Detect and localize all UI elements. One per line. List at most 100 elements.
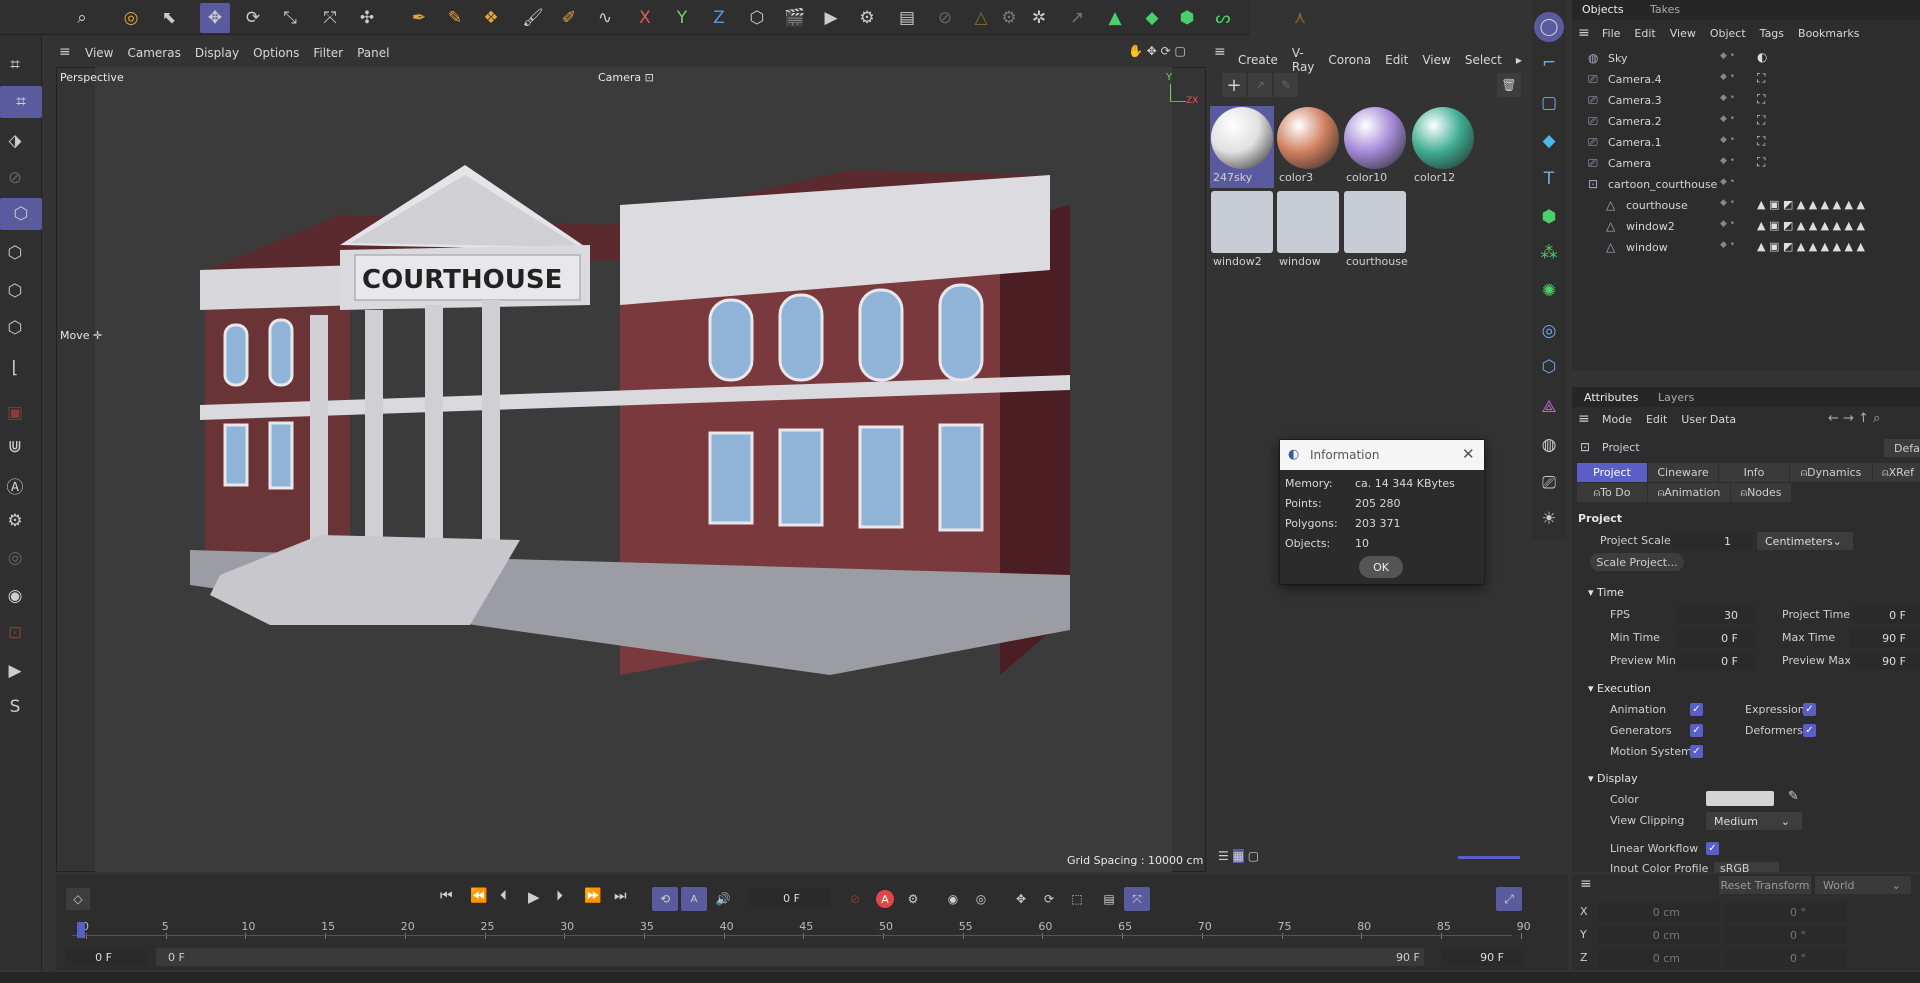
close-icon[interactable]: ✕	[1462, 445, 1475, 463]
move-icon[interactable]: ✥	[200, 3, 230, 33]
menu-mode[interactable]: Mode	[1602, 413, 1632, 426]
visibility-dots-icon[interactable]: ◆ •	[1720, 198, 1735, 208]
object-row[interactable]: △ window ◆ • ▲ ▣ ◩ ▲ ▲ ▲ ▲ ▲ ▲	[1572, 237, 1920, 258]
view-clipping-select[interactable]: Medium ⌄	[1706, 812, 1802, 830]
menu-panel[interactable]: Panel	[357, 46, 389, 60]
menu-filter[interactable]: Filter	[313, 46, 343, 60]
spline-icon[interactable]: ᔕ	[1208, 3, 1238, 33]
scale-icon[interactable]: ⤡	[275, 3, 305, 33]
object-row[interactable]: ⎚ Camera.4 ◆ • ⛶	[1572, 69, 1920, 90]
color-swatch[interactable]	[1706, 791, 1774, 806]
menu-bookmarks[interactable]: Bookmarks	[1798, 27, 1859, 40]
square-icon[interactable]: ▢	[1534, 88, 1564, 118]
keyframe-diamond-icon[interactable]: ◇	[66, 888, 90, 910]
sphere-icon[interactable]: ◯	[1534, 12, 1564, 42]
gear-icon[interactable]: ⚙	[994, 3, 1024, 33]
visibility-dots-icon[interactable]: ◆ •	[1720, 240, 1735, 250]
ok-button[interactable]: OK	[1359, 556, 1403, 578]
render-region-icon[interactable]: ▶	[0, 656, 30, 686]
z-axis-icon[interactable]: Z	[704, 3, 734, 33]
material-item[interactable]: 247sky	[1210, 106, 1274, 188]
edges-icon[interactable]: ⬡	[0, 276, 30, 306]
tab-objects[interactable]: Objects	[1582, 3, 1624, 16]
animation-checkbox[interactable]: ✓	[1690, 703, 1703, 716]
coordinate-system-icon[interactable]: ⬡	[742, 3, 772, 33]
cube-icon[interactable]: ◆	[1137, 3, 1167, 33]
axis-move-icon[interactable]: ⤧	[315, 3, 345, 33]
material-view-icons[interactable]: ☰ ▦ ▢	[1218, 849, 1259, 863]
fps-field[interactable]: 30	[1676, 606, 1756, 624]
material-item[interactable]: color12	[1411, 106, 1475, 188]
camera-tag-icon[interactable]: ⛶	[1757, 155, 1765, 170]
play-icon[interactable]: ▶	[528, 888, 540, 906]
material-item[interactable]: window2	[1210, 190, 1274, 272]
menu-vray[interactable]: V-Ray	[1292, 46, 1315, 74]
s-icon[interactable]: S	[0, 692, 30, 722]
live-select-icon[interactable]: ◎	[116, 3, 146, 33]
x-rotation-field[interactable]: 0 °	[1724, 903, 1846, 921]
record-disabled-icon[interactable]: ⊘	[842, 887, 868, 911]
key-param-icon[interactable]: ▤	[1096, 887, 1122, 911]
reset-transform-button[interactable]: Reset Transform	[1719, 876, 1811, 894]
courthouse-model[interactable]: COURTHOUSE	[190, 155, 1080, 775]
menu-edit[interactable]: Edit	[1385, 53, 1408, 67]
tab-layers[interactable]: Layers	[1658, 391, 1694, 404]
rotate-icon[interactable]: ⟳	[238, 3, 268, 33]
menu-create[interactable]: Create	[1238, 53, 1278, 67]
brush-icon[interactable]: ⊘	[0, 163, 30, 193]
tab-xref[interactable]: ⍝ XRef	[1873, 463, 1920, 482]
tab-animation[interactable]: ⍝ Animation	[1648, 483, 1730, 502]
range-slider[interactable]: 0 F 90 F	[156, 948, 1424, 966]
key-rotation-icon[interactable]: ⟳	[1036, 887, 1062, 911]
end-frame-field[interactable]: 90 F	[1442, 948, 1524, 966]
text-icon[interactable]: T	[1534, 164, 1564, 194]
menu-edit[interactable]: Edit	[1646, 413, 1667, 426]
min-time-field[interactable]: 0 F	[1676, 629, 1756, 647]
menu-file[interactable]: File	[1602, 27, 1620, 40]
material-item[interactable]: courthouse	[1343, 190, 1408, 272]
motion-clip-icon[interactable]: ◉	[940, 887, 966, 911]
object-row[interactable]: ⊡ cartoon_courthouse ◆ •	[1572, 174, 1920, 195]
render-view-icon[interactable]: 🎬	[780, 3, 810, 33]
input-profile-select[interactable]: sRGB	[1714, 862, 1780, 872]
tab-cineware[interactable]: Cineware	[1648, 463, 1718, 482]
y-axis-icon[interactable]: Y	[667, 3, 697, 33]
material-item[interactable]: color3	[1276, 106, 1340, 188]
grid-icon[interactable]: ⌗	[0, 50, 30, 80]
environment-icon[interactable]: ◍	[1534, 430, 1564, 460]
keyframe-icon[interactable]: ⊡	[0, 618, 30, 648]
sketch-icon[interactable]: ✎	[440, 3, 470, 33]
sound-icon[interactable]: ◎	[0, 543, 30, 573]
camera-tag-icon[interactable]: ⛶	[1757, 113, 1765, 128]
visibility-dots-icon[interactable]: ◆ •	[1720, 177, 1735, 187]
eyedropper-icon[interactable]: ✎	[1274, 73, 1298, 97]
light-icon[interactable]: ☀	[1534, 504, 1564, 534]
field-icon[interactable]: ⬡	[1534, 352, 1564, 382]
menu-view[interactable]: View	[1422, 53, 1450, 67]
hamburger-icon[interactable]: ≡	[1580, 876, 1592, 892]
menu-edit[interactable]: Edit	[1634, 27, 1655, 40]
preset-button[interactable]: Defau	[1884, 439, 1920, 457]
y-rotation-field[interactable]: 0 °	[1724, 926, 1846, 944]
object-row[interactable]: ⎚ Camera.3 ◆ • ⛶	[1572, 90, 1920, 111]
twist-icon[interactable]: ∿	[590, 3, 620, 33]
nav-arrows-icon[interactable]: ← → ↑ ⌕	[1828, 411, 1880, 426]
spline-pen-icon[interactable]: ✒	[404, 3, 434, 33]
spline-tools-icon[interactable]: ❖	[476, 3, 506, 33]
menu-corona[interactable]: Corona	[1328, 53, 1371, 67]
key-settings-icon[interactable]: ⚙	[900, 887, 926, 911]
polygons-icon[interactable]: ⬡	[0, 313, 30, 343]
coordinate-space-select[interactable]: World ⌄	[1815, 876, 1911, 894]
key-position-icon[interactable]: ✥	[1008, 887, 1034, 911]
visibility-dots-icon[interactable]: ◆ •	[1720, 93, 1735, 103]
cube-icon[interactable]: ◆	[1534, 126, 1564, 156]
go-to-end-icon[interactable]: ⏭	[614, 888, 627, 904]
record-options-icon[interactable]: ◎	[968, 887, 994, 911]
menu-user-data[interactable]: User Data	[1681, 413, 1736, 426]
menu-options[interactable]: Options	[253, 46, 299, 60]
paint-icon[interactable]: ✐	[554, 3, 584, 33]
object-row[interactable]: ⎚ Camera ◆ • ⛶	[1572, 153, 1920, 174]
spline-icon[interactable]: ⟁	[1534, 392, 1564, 422]
figure-icon[interactable]: ⋏	[1285, 3, 1315, 33]
tab-nodes[interactable]: ⍝ Nodes	[1731, 483, 1791, 502]
